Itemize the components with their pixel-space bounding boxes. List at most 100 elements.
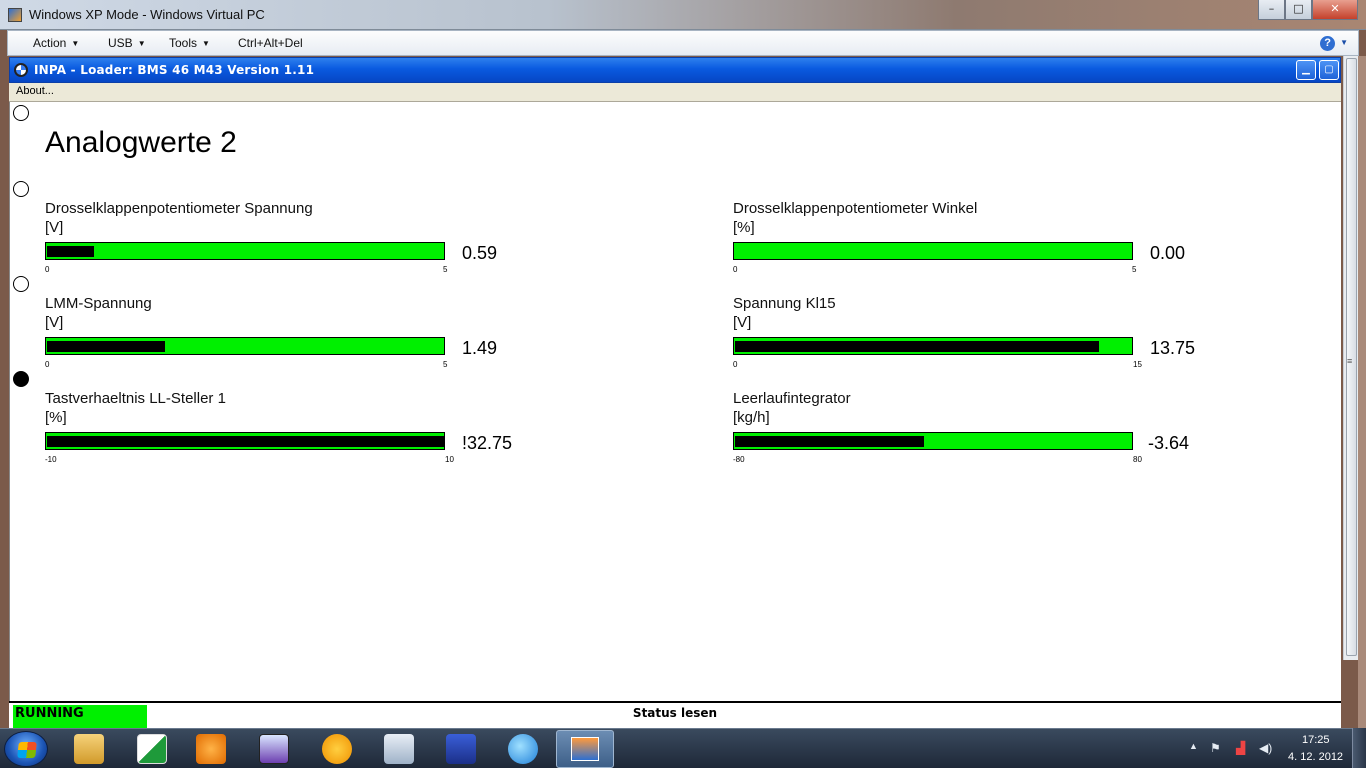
explorer-icon[interactable] [74, 734, 104, 764]
menu-tools[interactable]: Tools ▼ [169, 36, 210, 50]
chevron-down-icon: ▼ [202, 39, 210, 48]
gauge-fill [47, 341, 165, 352]
network-icon[interactable]: ▟ [1236, 741, 1245, 755]
status-bar: RUNNING Status lesen [9, 701, 1341, 729]
status-message: Status lesen [632, 706, 718, 720]
gauge-bar [45, 242, 445, 260]
gauge-label: Drosselklappenpotentiometer Spannung [45, 200, 313, 217]
guest-window-title: INPA - Loader: BMS 46 M43 Version 1.11 [34, 63, 315, 77]
gauge-fill [735, 341, 1099, 352]
gauge-value: 0.00 [1150, 243, 1186, 263]
minimize-button[interactable]: – [1258, 0, 1285, 20]
start-button[interactable] [4, 731, 48, 767]
taskbar-virtual-pc-active[interactable] [556, 730, 614, 768]
scroll-grip-icon: ≡ [1347, 356, 1353, 366]
virtual-pc-icon [8, 8, 22, 22]
windows-logo-icon [17, 742, 37, 758]
guest-maximize-button[interactable]: ▢ [1319, 60, 1339, 80]
gauge-min: 0 [733, 360, 738, 369]
page-title: Analogwerte 2 [45, 126, 237, 159]
gauge-value: !32.75 [462, 433, 513, 453]
vertical-scrollbar[interactable]: ≡ [1343, 56, 1358, 660]
gauge-fill [735, 436, 924, 447]
help-button[interactable]: ? ▼ [1320, 35, 1348, 51]
gauge-value: 0.59 [462, 243, 498, 263]
calculator-icon[interactable] [384, 734, 414, 764]
menu-action-label: Action [33, 36, 67, 50]
app-icon-purple[interactable] [259, 734, 289, 764]
bmw-logo-icon [14, 63, 28, 77]
gauge-label: LMM-Spannung [45, 295, 152, 312]
gauge-unit: [kg/h] [733, 409, 770, 426]
close-button[interactable]: ✕ [1312, 0, 1358, 20]
save-icon[interactable] [446, 734, 476, 764]
gauge-value: 13.75 [1150, 338, 1196, 358]
gauge-bar [45, 337, 445, 355]
maximize-button[interactable]: □ [1285, 0, 1312, 20]
host-menu-bar: Action ▼ USB ▼ Tools ▼ Ctrl+Alt+Del ? ▼ [7, 30, 1359, 56]
gauge-unit: [%] [45, 409, 67, 426]
clock-time[interactable]: 17:25 [1302, 734, 1330, 746]
clock-date[interactable]: 4. 12. 2012 [1288, 751, 1343, 763]
menu-about[interactable]: About... [16, 85, 54, 97]
action-center-flag-icon[interactable]: ⚑ [1210, 741, 1221, 755]
gauge-label: Tastverhaeltnis LL-Steller 1 [45, 390, 226, 407]
app-icon-orange[interactable] [322, 734, 352, 764]
menu-ctrl-alt-del[interactable]: Ctrl+Alt+Del [238, 36, 303, 50]
gauge-label: Spannung Kl15 [733, 295, 836, 312]
radio-button-4-selected[interactable] [13, 371, 29, 387]
gauge-max: 80 [1133, 455, 1142, 464]
guest-title-bar[interactable]: INPA - Loader: BMS 46 M43 Version 1.11 ▁… [9, 57, 1341, 83]
gauge-unit: [%] [733, 219, 755, 236]
show-desktop-button[interactable] [1352, 728, 1366, 768]
gauge-fill [47, 436, 444, 447]
taskbar: ▲ ⚑ ▟ ◀) [0, 728, 1366, 768]
gauge-bar [733, 432, 1133, 450]
app-icon-green[interactable] [137, 734, 167, 764]
gauge-max: 10 [445, 455, 454, 464]
gauge-max: 5 [443, 265, 448, 274]
menu-action[interactable]: Action ▼ [33, 36, 79, 50]
chevron-down-icon: ▼ [137, 39, 146, 48]
menu-tools-label: Tools [169, 36, 198, 50]
gauge-fill [47, 246, 94, 257]
gauge-value: 1.49 [462, 338, 498, 358]
gauge-min: 0 [45, 360, 50, 369]
gauge-bar [45, 432, 445, 450]
menu-usb-label: USB [108, 36, 133, 50]
chevron-down-icon: ▼ [71, 39, 80, 48]
gauge-min: -10 [45, 455, 57, 464]
gauge-value: -3.64 [1148, 433, 1190, 453]
volume-icon[interactable]: ◀) [1259, 741, 1272, 755]
tray-expand-icon[interactable]: ▲ [1189, 741, 1198, 751]
gauge-bar [733, 242, 1133, 260]
window-controls: – □ ✕ [1258, 0, 1358, 20]
gauge-label: Drosselklappenpotentiometer Winkel [733, 200, 978, 217]
guest-menu-bar: About... [9, 83, 1341, 102]
host-title-bar[interactable]: Windows XP Mode - Windows Virtual PC – □… [0, 0, 1366, 30]
gauge-unit: [V] [45, 314, 64, 331]
gauge-bar [733, 337, 1133, 355]
gauge-min: 0 [45, 265, 50, 274]
help-icon: ? [1320, 36, 1336, 51]
gauge-label: Leerlaufintegrator [733, 390, 851, 407]
guest-window-controls: ▁ ▢ [1296, 60, 1339, 80]
virtual-pc-taskbar-icon [571, 737, 599, 761]
desktop-edge [1358, 56, 1366, 728]
radio-button-3[interactable] [13, 276, 29, 292]
radio-button-1[interactable] [13, 105, 29, 121]
gauge-max: 15 [1133, 360, 1142, 369]
gauge-unit: [V] [733, 314, 752, 331]
gauge-min: 0 [733, 265, 738, 274]
media-player-icon[interactable] [196, 734, 226, 764]
chevron-down-icon: ▼ [1340, 38, 1348, 47]
gauge-max: 5 [443, 360, 448, 369]
menu-usb[interactable]: USB ▼ [108, 36, 146, 50]
gauge-min: -80 [733, 455, 745, 464]
guest-minimize-button[interactable]: ▁ [1296, 60, 1316, 80]
internet-explorer-icon[interactable] [508, 734, 538, 764]
radio-button-2[interactable] [13, 181, 29, 197]
host-window-title: Windows XP Mode - Windows Virtual PC [29, 7, 265, 22]
gauge-unit: [V] [45, 219, 64, 236]
gauge-max: 5 [1132, 265, 1137, 274]
